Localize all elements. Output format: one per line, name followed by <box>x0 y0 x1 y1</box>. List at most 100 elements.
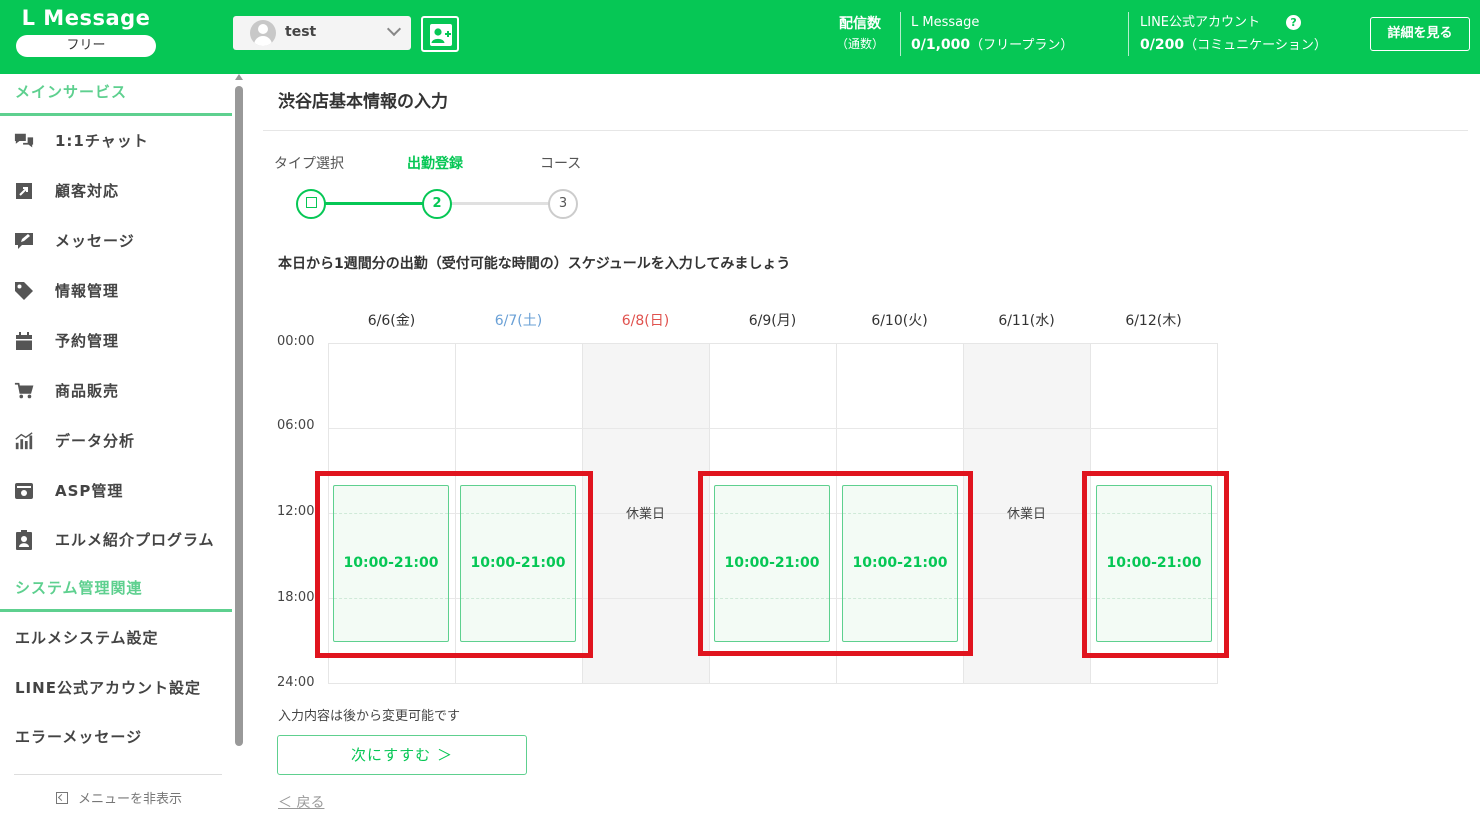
help-icon[interactable]: ? <box>1286 15 1302 30</box>
lmessage-stat-value: 0/1,000 <box>911 37 971 53</box>
sidebar-item-message[interactable]: メッセージ <box>0 221 232 261</box>
day-header: 6/7(土) <box>494 313 543 329</box>
time-label: 00:00 <box>277 334 315 349</box>
time-label: 18:00 <box>277 590 315 605</box>
sidebar-item-customer-support[interactable]: 顧客対応 <box>0 171 232 211</box>
sidebar-item-chat[interactable]: 1:1チャット <box>0 121 232 161</box>
account-name: test <box>285 24 317 40</box>
sidebar-item-line-account-settings[interactable]: LINE公式アカウント設定 <box>0 668 232 708</box>
sidebar-item-info-management[interactable]: 情報管理 <box>0 271 232 311</box>
highlight-box <box>698 471 973 656</box>
section-divider <box>0 113 232 116</box>
plan-badge: フリー <box>16 35 156 57</box>
lmessage-stat: L Message 0/1,000（フリープラン） <box>911 12 1073 57</box>
sidebar-item-label: データ分析 <box>55 432 136 450</box>
edit-later-note: 入力内容は後から変更可能です <box>278 709 461 724</box>
line-stat-title: LINE公式アカウント <box>1140 15 1261 30</box>
highlight-box <box>315 471 593 658</box>
day-header: 6/12(木) <box>1125 313 1182 329</box>
time-label: 24:00 <box>277 675 315 690</box>
chevron-down-icon <box>386 21 402 37</box>
sidebar-item-label: ASP管理 <box>55 482 124 500</box>
collapse-icon <box>56 792 68 804</box>
step-1-marker[interactable] <box>296 189 326 219</box>
hide-menu-button[interactable]: メニューを非表示 <box>56 788 182 807</box>
highlight-box <box>1082 471 1229 658</box>
divider <box>1128 12 1129 56</box>
clipboard-user-icon <box>14 530 34 550</box>
sidebar-item-label: 1:1チャット <box>55 132 149 150</box>
delivery-count-sub: （通数） <box>836 37 885 51</box>
closed-day-label: 休業日 <box>625 507 665 522</box>
account-selector[interactable]: test <box>233 16 411 50</box>
instruction-text: 本日から1週間分の出勤（受付可能な時間の）スケジュールを入力してみましょう <box>278 256 791 272</box>
page-title: 渋谷店基本情報の入力 <box>278 92 448 112</box>
sidebar: メインサービス 1:1チャット 顧客対応 メッセージ 情報管理 予約管理 商品販… <box>0 74 247 824</box>
step-progress-line <box>318 202 430 205</box>
avatar-icon <box>250 20 276 46</box>
sidebar-item-asp[interactable]: ASP管理 <box>0 471 232 511</box>
time-label: 12:00 <box>277 504 315 519</box>
step-2-marker[interactable]: 2 <box>422 189 452 219</box>
message-edit-icon <box>14 231 34 251</box>
step-label-attendance: 出勤登録 <box>407 156 463 172</box>
tag-icon <box>14 281 34 301</box>
sidebar-item-product-sales[interactable]: 商品販売 <box>0 371 232 411</box>
hide-menu-label: メニューを非表示 <box>78 792 183 807</box>
cart-icon <box>14 381 34 401</box>
details-button[interactable]: 詳細を見る <box>1370 17 1470 51</box>
sidebar-item-label: エルメ紹介プログラム <box>55 531 215 549</box>
add-friend-button[interactable] <box>421 16 459 52</box>
sidebar-item-label: 予約管理 <box>55 332 120 350</box>
day-header: 6/6(金) <box>367 313 416 329</box>
closed-day-label: 休業日 <box>1006 507 1046 522</box>
external-link-icon <box>14 181 34 201</box>
sidebar-item-label: LINE公式アカウント設定 <box>15 679 201 697</box>
divider <box>900 12 901 56</box>
sidebar-scrollbar[interactable] <box>235 86 243 746</box>
step-3-marker[interactable]: 3 <box>548 189 578 219</box>
top-header: L Message フリー test 配信数 （通数） L Message 0/… <box>0 0 1480 74</box>
chart-icon <box>14 431 34 451</box>
line-stat-value: 0/200 <box>1140 37 1185 53</box>
delivery-count-label: 配信数 （通数） <box>836 16 885 51</box>
square-icon <box>305 197 317 208</box>
sidebar-item-data-analysis[interactable]: データ分析 <box>0 421 232 461</box>
logo-text: L Message <box>21 6 151 30</box>
logo[interactable]: L Message フリー <box>16 6 156 57</box>
lmessage-stat-note: （フリープラン） <box>970 38 1074 53</box>
step-remaining-line <box>444 202 554 205</box>
sidebar-item-label: 顧客対応 <box>55 182 120 200</box>
back-link[interactable]: ＜ 戻る <box>278 792 324 812</box>
sidebar-item-label: 情報管理 <box>55 282 120 300</box>
grid-line <box>329 428 1217 429</box>
asp-icon <box>14 481 34 501</box>
divider <box>14 774 222 775</box>
section-divider <box>0 609 232 612</box>
line-account-stat: LINE公式アカウント? 0/200（コミュニケーション） <box>1140 12 1327 57</box>
lmessage-stat-title: L Message <box>911 15 980 30</box>
sidebar-item-error-messages[interactable]: エラーメッセージ <box>0 717 232 757</box>
sidebar-item-label: エラーメッセージ <box>15 728 143 746</box>
sidebar-item-system-settings[interactable]: エルメシステム設定 <box>0 618 232 658</box>
sidebar-item-reservation[interactable]: 予約管理 <box>0 321 232 361</box>
step-label-type: タイプ選択 <box>274 156 344 172</box>
time-label: 06:00 <box>277 418 315 433</box>
chat-icon <box>14 131 34 151</box>
sidebar-item-label: エルメシステム設定 <box>15 629 159 647</box>
section-main-services: メインサービス <box>15 83 128 101</box>
day-header: 6/8(日) <box>621 313 670 329</box>
day-header: 6/9(月) <box>748 313 797 329</box>
calendar-icon <box>14 331 34 351</box>
line-stat-note: （コミュニケーション） <box>1184 38 1327 53</box>
sidebar-item-label: メッセージ <box>55 232 135 250</box>
scroll-up-arrow[interactable] <box>235 74 243 80</box>
section-system-management: システム管理関連 <box>15 579 143 597</box>
step-label-course: コース <box>540 156 582 172</box>
sidebar-item-referral[interactable]: エルメ紹介プログラム <box>0 520 232 560</box>
sidebar-item-label: 商品販売 <box>55 382 120 400</box>
next-button[interactable]: 次にすすむ ＞ <box>277 735 527 775</box>
user-plus-icon <box>430 24 452 46</box>
day-header: 6/11(水) <box>998 313 1055 329</box>
day-header: 6/10(火) <box>871 313 928 329</box>
